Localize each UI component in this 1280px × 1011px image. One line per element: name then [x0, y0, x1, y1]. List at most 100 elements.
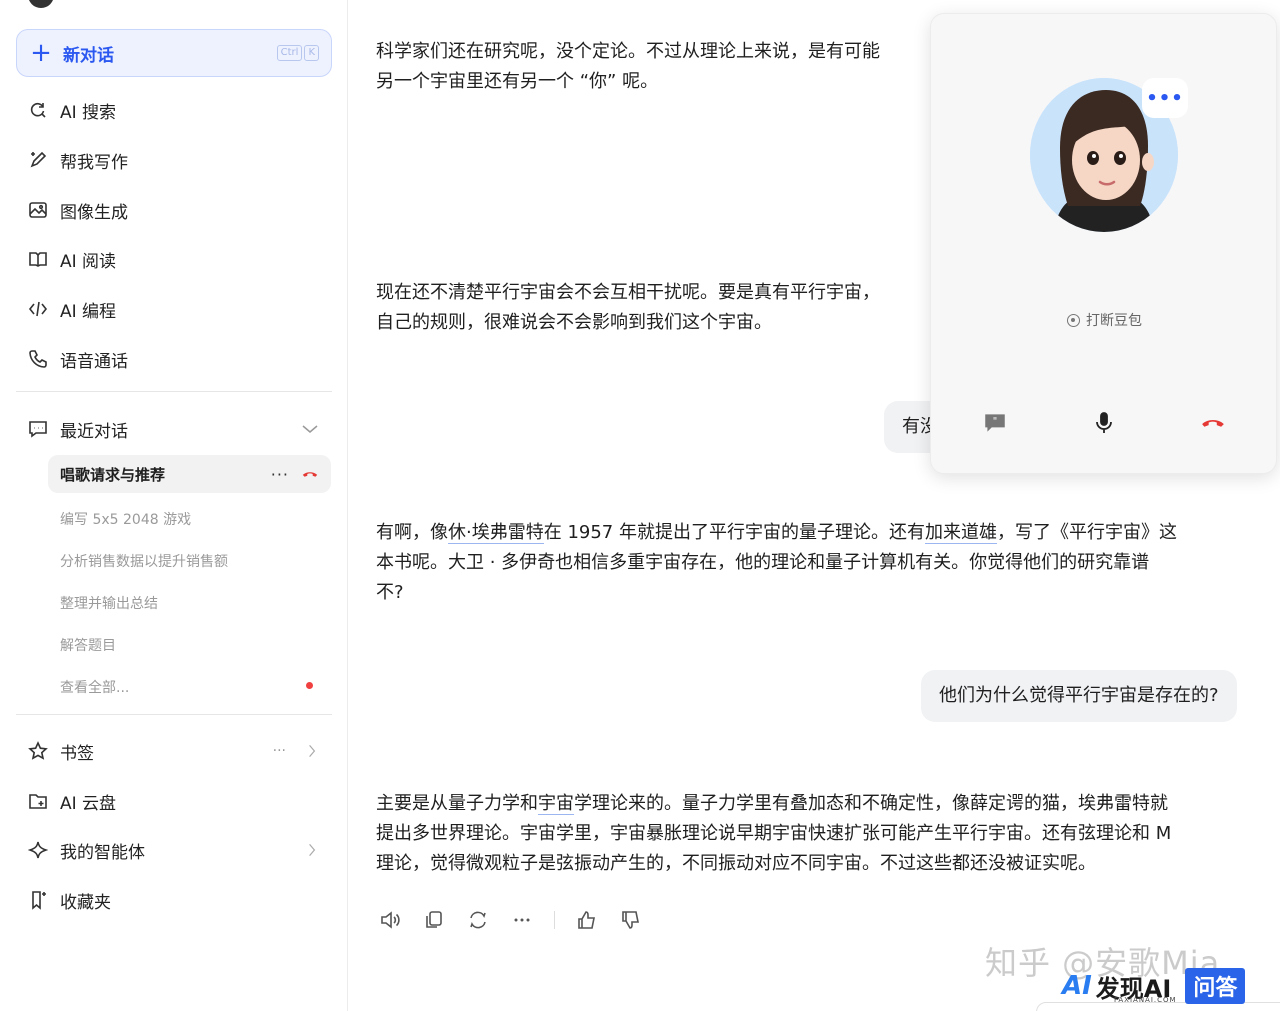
nav-ai-coding[interactable]: AI 编程: [28, 295, 328, 323]
code-icon: [28, 301, 48, 317]
nav-label: AI 阅读: [60, 251, 117, 272]
speaker-icon[interactable]: [378, 908, 402, 932]
interrupt-label: 打断豆包: [1086, 313, 1142, 329]
nav-label: 图像生成: [60, 202, 128, 223]
new-chat-label: 新对话: [63, 45, 114, 66]
chevron-right-icon[interactable]: [304, 743, 320, 759]
subtitle-toggle[interactable]: ": [980, 408, 1010, 438]
collapse-toggle[interactable]: [300, 419, 328, 439]
text-span: 主要是从量子力学和: [376, 793, 538, 814]
message-line: 科学家们还在研究呢，没个定论。不过从理论上来说，是有可能: [376, 41, 880, 62]
app-root: + 新对话 Ctrl K AI 搜索 帮我写作 图像生成 AI 阅读 AI 编程: [0, 0, 1280, 1011]
star-icon: [28, 741, 48, 760]
copy-icon[interactable]: [422, 908, 446, 932]
divider: [16, 391, 332, 392]
assistant-message: 主要是从量子力学和宇宙学理论来的。量子力学里有叠加态和不确定性，像薛定谔的猫，埃…: [376, 789, 1271, 879]
phone-icon: [29, 350, 47, 368]
pen-icon: [30, 151, 47, 168]
message-line: 有啊，像休·埃弗雷特在 1957 年就提出了平行宇宙的量子理论。还有加来道雄，写…: [376, 518, 1266, 548]
thumbs-up-icon[interactable]: [575, 908, 599, 932]
svg-text:": ": [993, 416, 998, 427]
nav-label: 帮我写作: [60, 152, 128, 173]
more-icon[interactable]: ···: [273, 743, 286, 759]
more-icon[interactable]: [510, 908, 534, 932]
view-all-link[interactable]: 查看全部...: [60, 677, 129, 697]
message-line: 另一个宇宙里还有另一个 “你” 呢。: [376, 71, 659, 92]
nav-label: 书签: [60, 743, 94, 764]
text-span: 在 1957 年就提出了平行宇宙的量子理论。还有: [543, 522, 925, 543]
bookmark-actions: ···: [273, 743, 328, 759]
hang-up-icon: [302, 472, 318, 477]
message-line: 本书呢。大卫 · 多伊奇也相信多重宇宙存在，他的理论和量子计算机有关。你觉得他们…: [376, 552, 1150, 573]
nav-label: AI 搜索: [60, 102, 117, 123]
microphone-button[interactable]: [1089, 408, 1119, 438]
recent-item[interactable]: 编写 5x5 2048 游戏: [60, 509, 191, 529]
nav-ai-search[interactable]: AI 搜索: [28, 96, 328, 124]
message-line: 提出多世界理论。宇宙学里，宇宙暴胀理论说早期宇宙快速扩张可能产生平行宇宙。还有弦…: [376, 823, 1172, 844]
recent-item[interactable]: 解答题目: [60, 635, 116, 655]
brand-tag: 问答: [1185, 968, 1246, 1004]
text-span: 有啊，像: [376, 522, 448, 543]
assistant-message: 科学家们还在研究呢，没个定论。不过从理论上来说，是有可能 另一个宇宙里还有另一个…: [376, 37, 880, 97]
text-span: 学理论来的。量子力学里有叠加态和不确定性，像薛定谔的猫，埃弗雷特就: [574, 793, 1168, 814]
entity-link[interactable]: 加来道雄: [924, 522, 997, 544]
hang-up-button[interactable]: [1198, 408, 1228, 438]
chevron-down-icon: [302, 425, 318, 433]
chevron-right-icon[interactable]: [304, 842, 320, 858]
user-avatar[interactable]: [28, 0, 54, 8]
assistant-message: 现在还不清楚平行宇宙会不会互相干扰呢。要是真有平行宇宙， 自己的规则，很难说会不…: [376, 278, 880, 338]
brand-logo-icon: AI: [1062, 971, 1092, 1001]
nav-label: 我的智能体: [60, 842, 145, 863]
message-actions: [378, 908, 643, 932]
new-chat-button[interactable]: + 新对话 Ctrl K: [16, 29, 332, 77]
nav-ai-reading[interactable]: AI 阅读: [28, 245, 328, 273]
sidebar: + 新对话 Ctrl K AI 搜索 帮我写作 图像生成 AI 阅读 AI 编程: [0, 0, 348, 1011]
plus-icon: +: [30, 38, 52, 68]
nav-image-gen[interactable]: 图像生成: [28, 196, 328, 224]
text-span: ，写了《平行宇宙》这: [996, 522, 1177, 543]
chat-bubble-icon: [29, 421, 47, 438]
recent-header-label: 最近对话: [60, 421, 128, 442]
search-refresh-icon: [30, 102, 46, 118]
recent-item-active[interactable]: 唱歌请求与推荐 ···: [48, 455, 331, 493]
message-line: 主要是从量子力学和宇宙学理论来的。量子力学里有叠加态和不确定性，像薛定谔的猫，埃…: [376, 789, 1271, 819]
brand-watermark: AI 发现AI FAXIANAI.COM 问答: [1062, 968, 1246, 1004]
brand-sub: FAXIANAI.COM: [1114, 996, 1177, 1004]
separator: [554, 911, 555, 929]
call-more-button[interactable]: •••: [1142, 78, 1188, 118]
entity-link[interactable]: 休·埃弗雷特: [448, 522, 544, 544]
message-line: 不?: [376, 582, 404, 603]
hang-up-icon: [1202, 420, 1224, 427]
nav-label: 语音通话: [60, 351, 128, 372]
cloud-drive-icon: [29, 794, 47, 809]
nav-cloud-drive[interactable]: AI 云盘: [28, 787, 328, 815]
nav-bookmarks[interactable]: 书签 ···: [28, 737, 328, 765]
voice-call-panel: ••• 打断豆包 ": [930, 13, 1277, 474]
book-icon: [29, 252, 47, 267]
stop-icon: [1067, 314, 1080, 327]
recent-item-label: 唱歌请求与推荐: [60, 465, 166, 484]
bookmark-icon: [32, 891, 46, 910]
nav-voice-call[interactable]: 语音通话: [28, 345, 328, 373]
message-line: 现在还不清楚平行宇宙会不会互相干扰呢。要是真有平行宇宙，: [376, 282, 880, 303]
subtitle-icon: ": [985, 414, 1005, 432]
microphone-icon: [1096, 412, 1112, 433]
recent-item[interactable]: 分析销售数据以提升销售额: [60, 551, 228, 571]
divider: [16, 714, 332, 715]
interrupt-button[interactable]: 打断豆包: [931, 310, 1278, 330]
shortcut-key: K: [304, 45, 319, 61]
thumbs-down-icon[interactable]: [619, 908, 643, 932]
nav-my-agents[interactable]: 我的智能体: [28, 836, 328, 864]
assistant-message: 有啊，像休·埃弗雷特在 1957 年就提出了平行宇宙的量子理论。还有加来道雄，写…: [376, 518, 1266, 608]
notification-dot: [306, 682, 313, 689]
more-icon[interactable]: ···: [271, 465, 289, 484]
regenerate-icon[interactable]: [466, 908, 490, 932]
image-icon: [29, 202, 47, 218]
recent-chats-header[interactable]: 最近对话: [28, 415, 328, 443]
entity-link[interactable]: 宇宙: [538, 793, 574, 815]
user-message: 他们为什么觉得平行宇宙是存在的?: [921, 670, 1237, 722]
nav-writing[interactable]: 帮我写作: [28, 146, 328, 174]
nav-label: AI 编程: [60, 301, 117, 322]
recent-item[interactable]: 整理并输出总结: [60, 593, 158, 613]
nav-favorites[interactable]: 收藏夹: [28, 886, 328, 914]
